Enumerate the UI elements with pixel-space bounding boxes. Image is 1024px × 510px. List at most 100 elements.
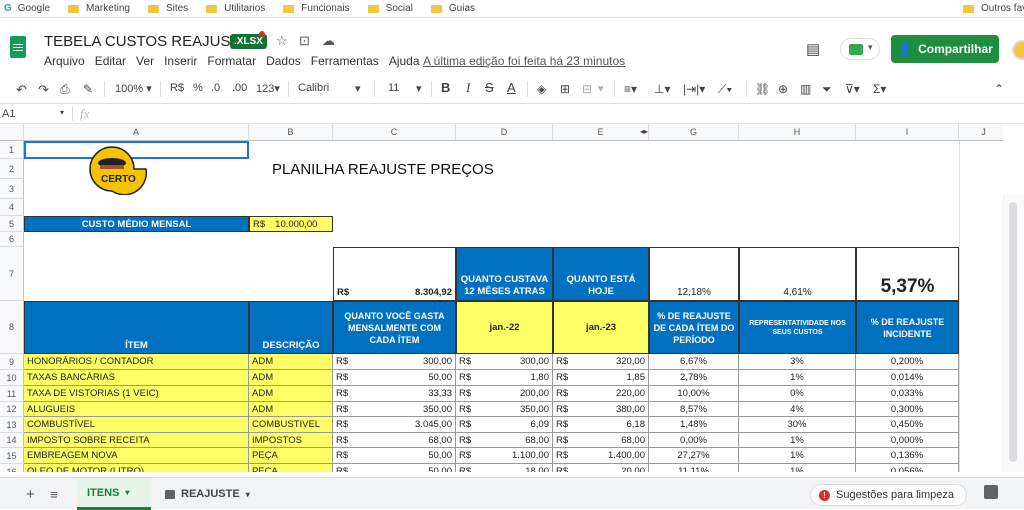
- cell-jan23[interactable]: R$ 1,85: [553, 370, 649, 386]
- bookmark-social[interactable]: Social: [367, 3, 413, 14]
- row-header[interactable]: 1: [0, 141, 24, 159]
- cell-representatividade[interactable]: 30%: [739, 417, 856, 433]
- column-header-e[interactable]: E: [553, 124, 649, 141]
- cell-representatividade[interactable]: 1%: [739, 433, 856, 448]
- cell-item[interactable]: TAXA DE VISTORIAS (1 VEIC): [24, 386, 249, 402]
- column-header-g[interactable]: G: [649, 124, 739, 141]
- bookmark-guias[interactable]: Guias: [430, 3, 475, 14]
- all-sheets-icon[interactable]: ≡: [40, 478, 68, 510]
- cell-incidente[interactable]: 0,200%: [856, 354, 959, 370]
- cell-item[interactable]: ALUGUEIS: [24, 402, 249, 417]
- cell-item[interactable]: IMPOSTO SOBRE RECEITA: [24, 433, 249, 448]
- text-wrap-icon[interactable]: |⇥|▾: [683, 82, 705, 96]
- row-header[interactable]: 3: [0, 179, 24, 199]
- print-icon[interactable]: ⎙: [60, 82, 70, 97]
- quanto-esta-header[interactable]: QUANTO ESTÁ HOJE: [553, 247, 649, 301]
- share-button[interactable]: 👤 Compartilhar: [891, 35, 999, 63]
- column-header-d[interactable]: D: [456, 124, 553, 141]
- header-item[interactable]: ÍTEM: [24, 301, 249, 354]
- insert-comment-icon[interactable]: ⊕: [778, 82, 788, 96]
- horizontal-align-icon[interactable]: ≡▾: [624, 82, 637, 96]
- quanto-custava-header[interactable]: QUANTO CUSTAVA 12 MÊSES ATRAS: [456, 247, 553, 301]
- cell-jan23[interactable]: R$ 68,00: [553, 433, 649, 448]
- column-j-area[interactable]: [959, 141, 1003, 472]
- row-header[interactable]: 7: [0, 247, 24, 301]
- meet-button[interactable]: ▾: [840, 38, 880, 60]
- representatividade-total-cell[interactable]: 4,61%: [739, 247, 856, 301]
- cleanup-suggestions-button[interactable]: ! Sugestões para limpeza: [810, 484, 967, 506]
- cell-item[interactable]: TAXAS BANCÁRIAS: [24, 370, 249, 386]
- cell-incidente[interactable]: 0,450%: [856, 417, 959, 433]
- currency-format-button[interactable]: R$: [170, 82, 184, 94]
- scrollbar-thumb[interactable]: [1009, 202, 1017, 462]
- cell-descricao[interactable]: PEÇA: [249, 448, 333, 464]
- cell-incidente[interactable]: 0,056%: [856, 464, 959, 472]
- vertical-scrollbar[interactable]: [1003, 194, 1024, 472]
- chevron-down-icon[interactable]: ▾: [416, 82, 422, 95]
- cell-jan22[interactable]: R$ 1,80: [456, 370, 553, 386]
- cell-gasto[interactable]: R$ 33,33: [333, 386, 456, 402]
- functions-icon[interactable]: Σ▾: [873, 82, 886, 96]
- bookmark-sites[interactable]: Sites: [147, 3, 188, 14]
- cell-incidente[interactable]: 0,136%: [856, 448, 959, 464]
- cell-jan22[interactable]: R$ 300,00: [456, 354, 553, 370]
- decrease-decimal-button[interactable]: .0: [211, 82, 220, 94]
- menu-ferramentas[interactable]: Ferramentas: [311, 54, 379, 68]
- cell-gasto[interactable]: R$ 350,00: [333, 402, 456, 417]
- cell-descricao[interactable]: ADM: [249, 402, 333, 417]
- explore-icon[interactable]: [984, 485, 998, 499]
- menu-ver[interactable]: Ver: [136, 54, 154, 68]
- cell-jan22[interactable]: R$ 350,00: [456, 402, 553, 417]
- row-header[interactable]: 10: [0, 370, 24, 386]
- cell-descricao[interactable]: ADM: [249, 354, 333, 370]
- row-header[interactable]: 16: [0, 464, 24, 472]
- row-header[interactable]: 2: [0, 159, 24, 179]
- cell-jan22[interactable]: R$ 1.100,00: [456, 448, 553, 464]
- header-jan23[interactable]: jan.-23: [553, 301, 649, 354]
- percent-format-button[interactable]: %: [193, 82, 203, 94]
- spreadsheet-grid[interactable]: A B C D E G ◂▸ H I J 1 2 3 4 5 6 7 8 9 1…: [0, 124, 1003, 472]
- row-header[interactable]: 6: [0, 232, 24, 247]
- row-header[interactable]: 15: [0, 448, 24, 464]
- zoom-select[interactable]: 100% ▾: [115, 82, 152, 95]
- name-box[interactable]: A1: [2, 108, 15, 120]
- cell-representatividade[interactable]: 1%: [739, 448, 856, 464]
- undo-icon[interactable]: ↶: [16, 82, 27, 98]
- cell-reajuste[interactable]: 6,67%: [649, 354, 739, 370]
- row-header[interactable]: 9: [0, 354, 24, 370]
- menu-formatar[interactable]: Formatar: [207, 54, 256, 68]
- cell-descricao[interactable]: IMPOSTOS: [249, 433, 333, 448]
- cell-reajuste[interactable]: 11,11%: [649, 464, 739, 472]
- cell-jan23[interactable]: R$ 20,00: [553, 464, 649, 472]
- custo-medio-label[interactable]: CUSTO MÉDIO MENSAL: [24, 216, 249, 232]
- bookmark-funcionais[interactable]: Funcionais: [283, 3, 350, 14]
- cell-representatividade[interactable]: 0%: [739, 386, 856, 402]
- last-edit-link[interactable]: A última edição foi feita há 23 minutos: [423, 54, 625, 68]
- row-header[interactable]: 5: [0, 216, 24, 232]
- row-header[interactable]: 4: [0, 199, 24, 216]
- insert-chart-icon[interactable]: ▥: [800, 82, 811, 96]
- hidden-column-arrows-icon[interactable]: ◂▸: [640, 127, 648, 136]
- column-header-i[interactable]: I: [856, 124, 959, 141]
- menu-inserir[interactable]: Inserir: [164, 54, 197, 68]
- cell-item[interactable]: EMBREAGEM NOVA: [24, 448, 249, 464]
- header-reajuste-incidente[interactable]: % DE REAJUSTE INCIDENTE: [856, 301, 959, 354]
- font-select[interactable]: Calibri: [298, 82, 329, 94]
- comments-icon[interactable]: ▤: [806, 40, 820, 58]
- header-representatividade[interactable]: REPRESENTATIVIDADE NOS SEUS CUSTOS: [739, 301, 856, 354]
- row-header[interactable]: 12: [0, 402, 24, 417]
- cell-incidente[interactable]: 0,033%: [856, 386, 959, 402]
- cell-reajuste[interactable]: 8,57%: [649, 402, 739, 417]
- text-color-icon[interactable]: A: [507, 80, 516, 95]
- cell-reajuste[interactable]: 2,78%: [649, 370, 739, 386]
- cell-representatividade[interactable]: 1%: [739, 370, 856, 386]
- tab-reajuste[interactable]: REAJUSTE ▾: [155, 478, 260, 510]
- collapse-toolbar-icon[interactable]: ⌃: [994, 82, 1004, 96]
- cell-descricao[interactable]: ADM: [249, 386, 333, 402]
- select-all-corner[interactable]: [0, 124, 24, 141]
- cell-descricao[interactable]: ADM: [249, 370, 333, 386]
- cell-incidente[interactable]: 0,000%: [856, 433, 959, 448]
- cell-jan23[interactable]: R$ 6,18: [553, 417, 649, 433]
- menu-ajuda[interactable]: Ajuda: [389, 54, 420, 68]
- cell-descricao[interactable]: COMBUSTIVEL: [249, 417, 333, 433]
